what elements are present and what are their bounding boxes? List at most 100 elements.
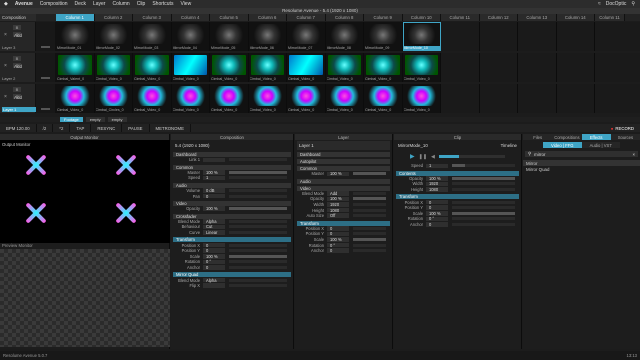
pause-icon[interactable]: ❚❚: [419, 154, 427, 160]
close-layer-icon[interactable]: ×: [4, 63, 7, 69]
empty-clip-slot[interactable]: [518, 22, 557, 51]
bpm-value[interactable]: 120.00: [17, 126, 30, 131]
empty-clip-slot[interactable]: [441, 53, 480, 82]
clip-slot[interactable]: MirrorMode_08: [325, 22, 364, 51]
timeline-dropdown[interactable]: Timeline: [501, 143, 517, 148]
property-value[interactable]: 100 %: [426, 211, 448, 216]
column-header[interactable]: Column 6: [248, 14, 287, 21]
deck-tab-footage[interactable]: Footage: [60, 117, 83, 122]
property-slider[interactable]: [229, 189, 287, 193]
column-header[interactable]: Column 5: [210, 14, 249, 21]
tab-effects[interactable]: Effects: [581, 134, 611, 140]
wifi-icon[interactable]: ≈: [598, 1, 601, 7]
clip-slot[interactable]: Cimbal_Video_0: [364, 53, 403, 82]
menu-layer[interactable]: Layer: [93, 1, 106, 7]
column-header[interactable]: Column 9: [364, 14, 403, 21]
clip-slot[interactable]: MirrorMode_07: [287, 22, 326, 51]
preview-monitor[interactable]: [0, 249, 170, 347]
section-header[interactable]: Autopilot: [297, 159, 390, 164]
property-slider[interactable]: [452, 200, 515, 204]
property-slider[interactable]: [353, 191, 386, 195]
bypass-button[interactable]: B: [13, 25, 21, 30]
column-header[interactable]: Column 2: [94, 14, 133, 21]
column-header[interactable]: Column 14: [556, 14, 595, 21]
close-layer-icon[interactable]: ×: [4, 94, 7, 100]
tab-compositions[interactable]: Compositions: [552, 134, 582, 140]
property-value[interactable]: Alpha: [203, 278, 225, 283]
clip-slot[interactable]: Cimbal_Valent_0: [56, 53, 95, 82]
property-slider[interactable]: [229, 266, 287, 270]
property-value[interactable]: 0: [203, 248, 225, 253]
layer-strip[interactable]: [36, 53, 56, 82]
empty-clip-slot[interactable]: [479, 22, 518, 51]
property-value[interactable]: 100 %: [203, 206, 225, 211]
property-value[interactable]: 0 dB: [203, 188, 225, 193]
property-value[interactable]: 0: [203, 265, 225, 270]
property-value[interactable]: 0: [426, 222, 448, 227]
property-slider[interactable]: [229, 254, 287, 258]
clip-slot[interactable]: Cimbal_Video_0: [325, 53, 364, 82]
bypass-button[interactable]: B: [13, 87, 21, 92]
property-value[interactable]: 0 °: [426, 216, 448, 221]
property-value[interactable]: 100 %: [327, 237, 349, 242]
tab-sources[interactable]: Sources: [610, 134, 640, 140]
clip-slot[interactable]: Cimbal_Video_0: [248, 84, 287, 113]
property-slider[interactable]: [229, 176, 287, 180]
subtab-audio[interactable]: Audio | VST: [581, 142, 620, 148]
property-value[interactable]: 0: [426, 205, 448, 210]
property-slider[interactable]: [452, 223, 515, 227]
add-button[interactable]: Add: [14, 95, 22, 100]
property-slider[interactable]: [229, 158, 287, 162]
property-slider[interactable]: [452, 182, 515, 186]
column-header[interactable]: Column 1: [56, 14, 95, 21]
property-value[interactable]: [203, 283, 225, 288]
property-slider[interactable]: [452, 211, 515, 215]
layer-name-label[interactable]: Layer 2: [2, 76, 15, 81]
section-header[interactable]: Dashboard: [297, 152, 390, 157]
property-slider[interactable]: [452, 188, 515, 192]
column-header[interactable]: Column 4: [171, 14, 210, 21]
property-value[interactable]: 1: [203, 175, 225, 180]
apple-icon[interactable]: ◆: [4, 1, 8, 7]
property-slider[interactable]: [229, 278, 287, 282]
property-value[interactable]: 0 °: [327, 243, 349, 248]
property-value[interactable]: 1080: [327, 208, 349, 213]
property-value[interactable]: 0 °: [203, 259, 225, 264]
search-icon[interactable]: ⚲: [631, 1, 635, 7]
clip-slot[interactable]: Cimbal_Video_0: [133, 53, 172, 82]
effect-result-item[interactable]: Mirror Quad: [523, 166, 640, 172]
tempo-double-button[interactable]: *2: [53, 124, 71, 132]
property-value[interactable]: 0: [327, 248, 349, 253]
property-slider[interactable]: [229, 170, 287, 174]
layer-name-label[interactable]: Layer 1: [2, 107, 36, 112]
clip-slot[interactable]: MirrorMode_09: [364, 22, 403, 51]
play-reverse-icon[interactable]: ◀: [431, 154, 435, 160]
subtab-video[interactable]: Video | FFG: [543, 142, 582, 148]
column-header[interactable]: Column 12: [479, 14, 518, 21]
search-field[interactable]: ⚲ mirror ×: [525, 151, 638, 157]
clip-slot[interactable]: MirrorMode_03: [133, 22, 172, 51]
composition-label[interactable]: Composition: [0, 14, 36, 21]
column-header[interactable]: Column 13: [518, 14, 557, 21]
empty-clip-slot[interactable]: [441, 22, 480, 51]
tab-files[interactable]: Files: [523, 134, 553, 140]
search-input[interactable]: mirror: [534, 152, 545, 157]
clip-slot[interactable]: Cimbal_Video_0: [133, 84, 172, 113]
property-slider[interactable]: [353, 232, 386, 236]
property-value[interactable]: 1920: [327, 202, 349, 207]
property-value[interactable]: 0: [203, 194, 225, 199]
clip-slot[interactable]: Cimbal_Video_0: [171, 53, 210, 82]
property-slider[interactable]: [452, 176, 515, 180]
add-button[interactable]: Add: [14, 64, 22, 69]
menu-shortcuts[interactable]: Shortcuts: [152, 1, 173, 7]
property-value[interactable]: 0: [203, 243, 225, 248]
deck-dropdown[interactable]: empty: [107, 117, 127, 122]
clip-slot[interactable]: MirrorMode_02: [94, 22, 133, 51]
empty-clip-slot[interactable]: [556, 84, 595, 113]
menu-view[interactable]: View: [180, 1, 191, 7]
clip-slot[interactable]: MirrorMode_01: [56, 22, 95, 51]
metronome-button[interactable]: METRONOME: [150, 124, 191, 132]
clip-slot[interactable]: Cimbal_Video_0: [210, 53, 249, 82]
property-slider[interactable]: [229, 194, 287, 198]
property-slider[interactable]: [353, 243, 386, 247]
